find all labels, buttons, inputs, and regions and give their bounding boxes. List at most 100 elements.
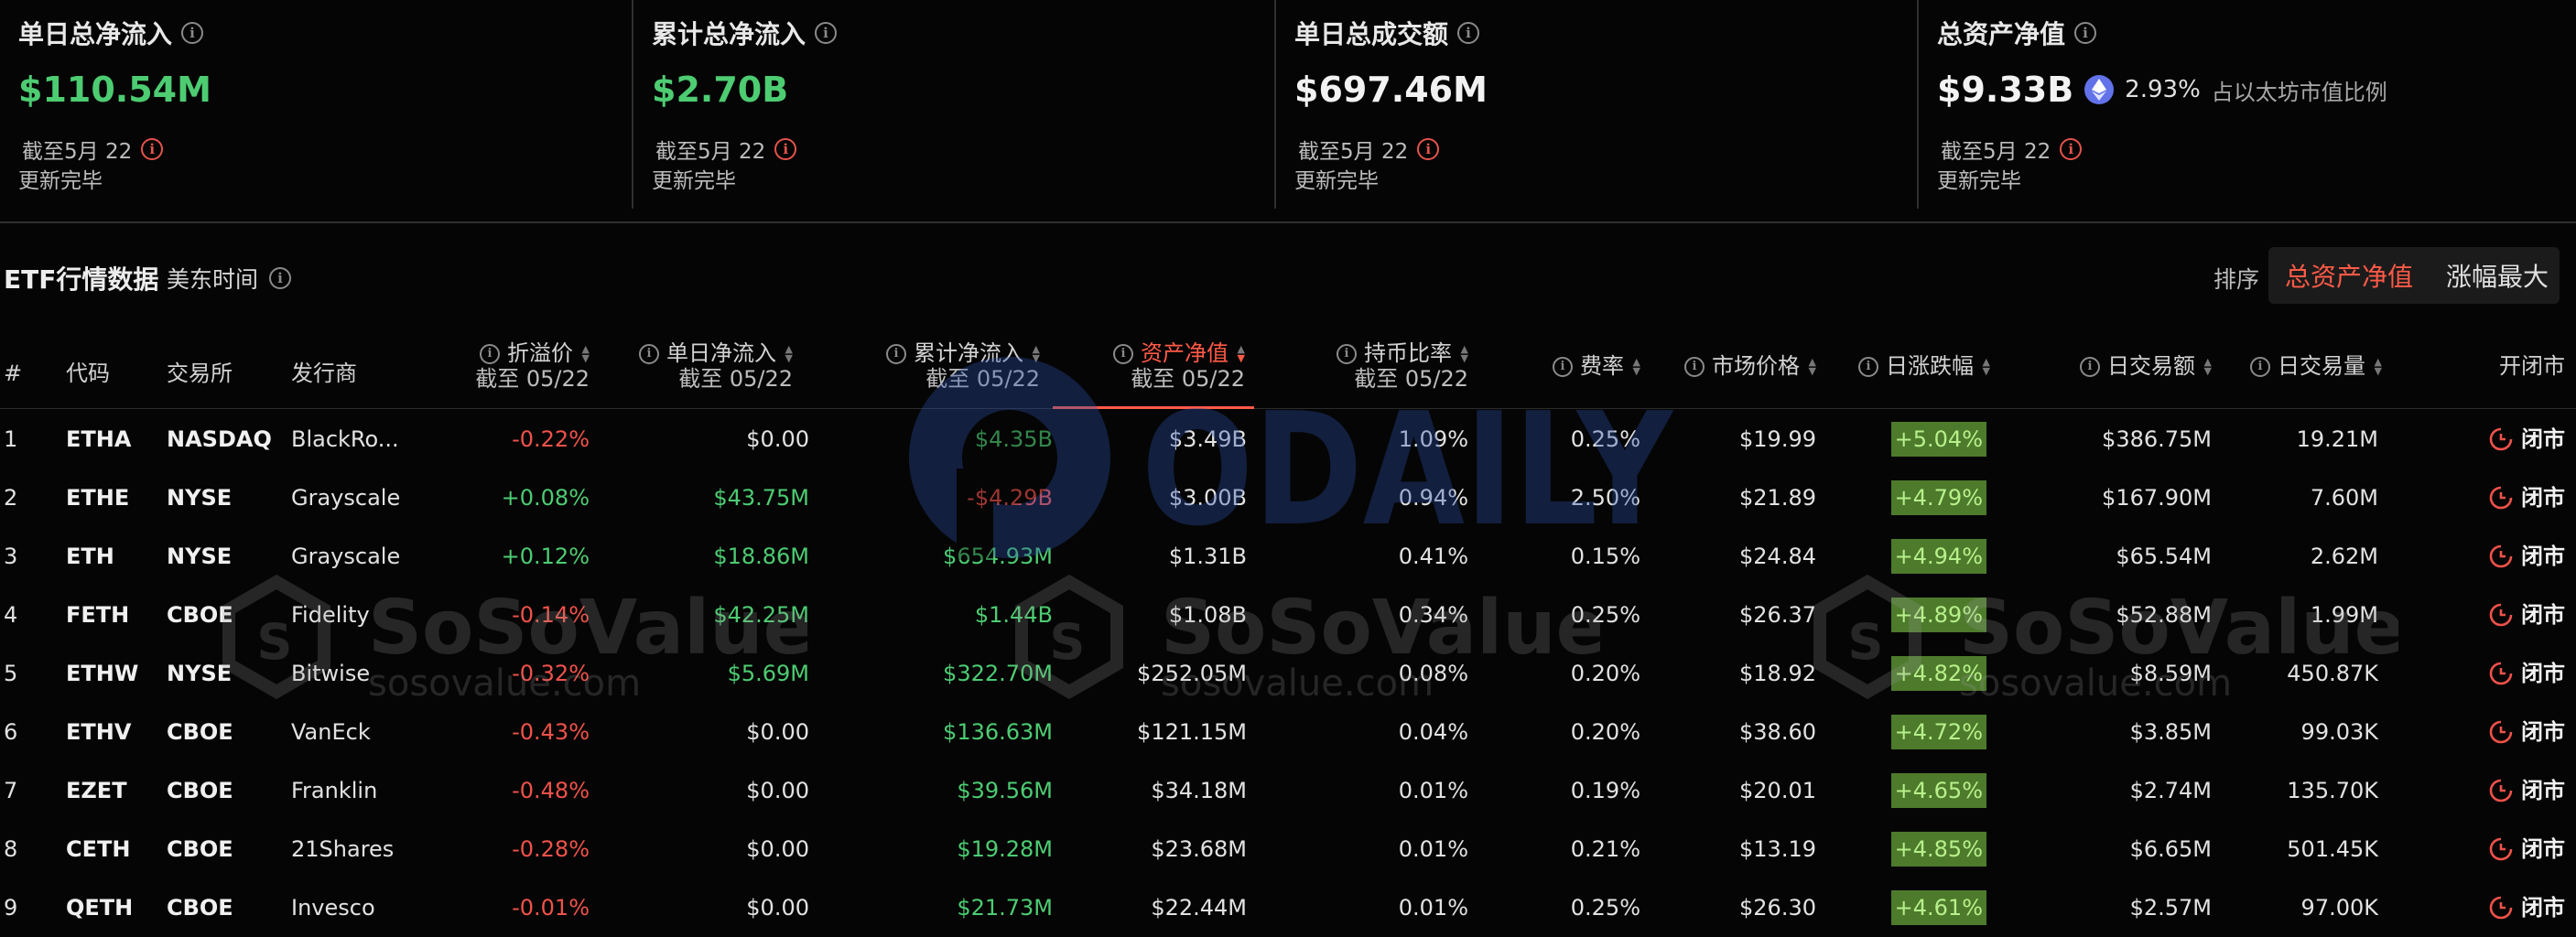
info-icon[interactable]: i: [181, 22, 204, 44]
info-icon[interactable]: i: [2080, 357, 2100, 377]
info-icon[interactable]: i: [1553, 357, 1573, 377]
row-market-status: 闭市: [2488, 644, 2565, 703]
row-index: 1: [4, 426, 18, 452]
sort-arrows-icon[interactable]: ▲ ▼: [1234, 344, 1245, 363]
sort-arrows-icon[interactable]: ▲ ▼: [782, 344, 793, 363]
col-price[interactable]: i 市场价格 ▲ ▼: [1684, 353, 1816, 379]
row-index: 4: [4, 602, 18, 628]
row-market-status: 闭市: [2488, 527, 2565, 586]
sosovalue-watermark-url: sosovalue.com: [1161, 662, 1434, 705]
table-row[interactable]: 7 EZET CBOE Franklin -0.48% $0.00 $39.56M $34.1…: [0, 761, 2576, 820]
row-issuer: Grayscale: [291, 485, 401, 511]
warning-info-icon[interactable]: i: [774, 138, 797, 160]
timezone-label: 美东时间 i: [167, 262, 292, 295]
col-daily-turnover[interactable]: i 日交易额 ▲ ▼: [2080, 353, 2212, 379]
card-value: $2.70B: [652, 70, 789, 110]
row-code[interactable]: CETH: [66, 820, 130, 878]
info-icon[interactable]: i: [480, 344, 500, 364]
card-total-nav: 总资产净值 i $9.33B 2.93% 占以太坊市值比例 截至5月 22 i 更新…: [1919, 0, 2576, 209]
info-icon[interactable]: i: [886, 344, 906, 364]
info-icon[interactable]: i: [1684, 357, 1705, 377]
info-icon[interactable]: i: [2074, 22, 2097, 44]
row-daily-change: +4.85%: [1890, 832, 1986, 867]
row-daily-turnover: $2.57M: [2129, 895, 2212, 921]
clock-icon: [2489, 779, 2513, 802]
sort-arrows-icon[interactable]: ▲ ▼: [2371, 357, 2382, 376]
col-cumulative-net-inflow[interactable]: i 累计净流入 ▲ ▼ 截至 05/22: [886, 340, 1040, 392]
sort-by-change-button[interactable]: 涨幅最大: [2430, 257, 2565, 294]
info-icon[interactable]: i: [1457, 22, 1480, 44]
col-nav[interactable]: i 资产净值 ▲ ▼ 截至 05/22: [1113, 340, 1245, 392]
info-icon[interactable]: i: [1337, 344, 1357, 364]
col-daily-volume[interactable]: i 日交易量 ▲ ▼: [2250, 353, 2382, 379]
sosovalue-watermark-url: sosovalue.com: [1959, 662, 2232, 705]
warning-info-icon[interactable]: i: [1417, 138, 1440, 160]
row-daily-change: +5.04%: [1890, 422, 1986, 457]
clock-icon: [2489, 837, 2513, 861]
row-daily-volume: 19.21M: [2296, 426, 2378, 452]
section-title: ETF行情数据: [4, 264, 159, 295]
info-icon[interactable]: i: [1113, 344, 1133, 364]
col-premium[interactable]: i 折溢价 ▲ ▼ 截至 05/22: [475, 340, 590, 392]
row-code[interactable]: ETH: [66, 527, 114, 586]
row-daily-turnover: $167.90M: [2102, 485, 2212, 511]
row-nav: $34.18M: [1151, 778, 1247, 803]
market-status-label: 闭市: [2521, 895, 2565, 921]
col-daily-net-inflow[interactable]: i 单日净流入 ▲ ▼ 截至 05/22: [639, 340, 793, 392]
row-code[interactable]: FETH: [66, 586, 129, 644]
info-icon[interactable]: i: [815, 22, 838, 44]
row-price: $26.37: [1739, 602, 1816, 628]
info-icon[interactable]: i: [639, 344, 659, 364]
row-exchange: CBOE: [167, 836, 233, 862]
info-icon[interactable]: i: [269, 267, 292, 289]
row-code[interactable]: ETHA: [66, 410, 131, 468]
sort-arrows-icon[interactable]: ▲ ▼: [2201, 357, 2212, 376]
row-premium: -0.01%: [512, 895, 590, 921]
table-row[interactable]: 1 ETHA NASDAQ BlackRo... -0.22% $0.00 $4.35B $3…: [0, 410, 2576, 468]
row-price: $13.19: [1739, 836, 1816, 862]
row-code[interactable]: ETHW: [66, 644, 138, 703]
clock-icon: [2489, 427, 2513, 451]
sort-arrows-icon[interactable]: ▲ ▼: [1457, 344, 1468, 363]
card-status: 更新完毕: [1937, 169, 2021, 193]
col-daily-change[interactable]: i 日涨跌幅 ▲ ▼: [1858, 353, 1990, 379]
active-sort-indicator: [1053, 406, 1254, 409]
row-code[interactable]: QETH: [66, 878, 133, 937]
table-row[interactable]: 9 QETH CBOE Invesco -0.01% $0.00 $21.73M $22.44…: [0, 878, 2576, 937]
card-as-of: 截至5月 22 i: [1298, 134, 1440, 165]
info-icon[interactable]: i: [2250, 357, 2270, 377]
row-premium: -0.48%: [512, 778, 590, 803]
row-code[interactable]: ETHE: [66, 468, 129, 527]
svg-text:S: S: [1050, 613, 1086, 671]
info-icon[interactable]: i: [1858, 357, 1878, 377]
row-code[interactable]: EZET: [66, 761, 127, 820]
row-daily-change: +4.65%: [1890, 773, 1986, 808]
row-daily-net-inflow: $0.00: [746, 836, 809, 862]
row-holding-ratio: 0.01%: [1398, 895, 1468, 921]
row-premium: +0.08%: [501, 485, 590, 511]
card-title: 单日总净流入 i: [18, 15, 204, 51]
sort-arrows-icon[interactable]: ▲ ▼: [1629, 357, 1640, 376]
sort-arrows-icon[interactable]: ▲ ▼: [1979, 357, 1990, 376]
col-holding-ratio[interactable]: i 持币比率 ▲ ▼ 截至 05/22: [1337, 340, 1468, 392]
card-cumulative-net-inflow: 累计总净流入 i $2.70B 截至5月 22 i 更新完毕: [633, 0, 1276, 209]
row-code[interactable]: ETHV: [66, 703, 131, 761]
sort-by-nav-button[interactable]: 总资产净值: [2268, 257, 2430, 294]
row-price: $21.89: [1739, 485, 1816, 511]
row-exchange: NASDAQ: [167, 426, 272, 452]
row-cumulative-net-inflow: $19.28M: [957, 836, 1053, 862]
table-row[interactable]: 2 ETHE NYSE Grayscale +0.08% $43.75M -$4.29B $3…: [0, 468, 2576, 527]
row-issuer: 21Shares: [291, 836, 395, 862]
col-fee[interactable]: i 费率 ▲ ▼: [1553, 353, 1640, 379]
market-status-label: 闭市: [2521, 836, 2565, 862]
sort-arrows-icon[interactable]: ▲ ▼: [1029, 344, 1040, 363]
sosovalue-watermark-brand: SoSoValue: [1959, 585, 2398, 672]
warning-info-icon[interactable]: i: [2060, 138, 2083, 160]
table-row[interactable]: 8 CETH CBOE 21Shares -0.28% $0.00 $19.28M $23.6…: [0, 820, 2576, 878]
ethereum-icon: [2084, 75, 2115, 104]
warning-info-icon[interactable]: i: [141, 138, 164, 160]
sort-arrows-icon[interactable]: ▲ ▼: [579, 344, 590, 363]
row-exchange: CBOE: [167, 895, 233, 921]
sort-arrows-icon[interactable]: ▲ ▼: [1805, 357, 1816, 376]
col-issuer: 发行商: [291, 361, 357, 386]
